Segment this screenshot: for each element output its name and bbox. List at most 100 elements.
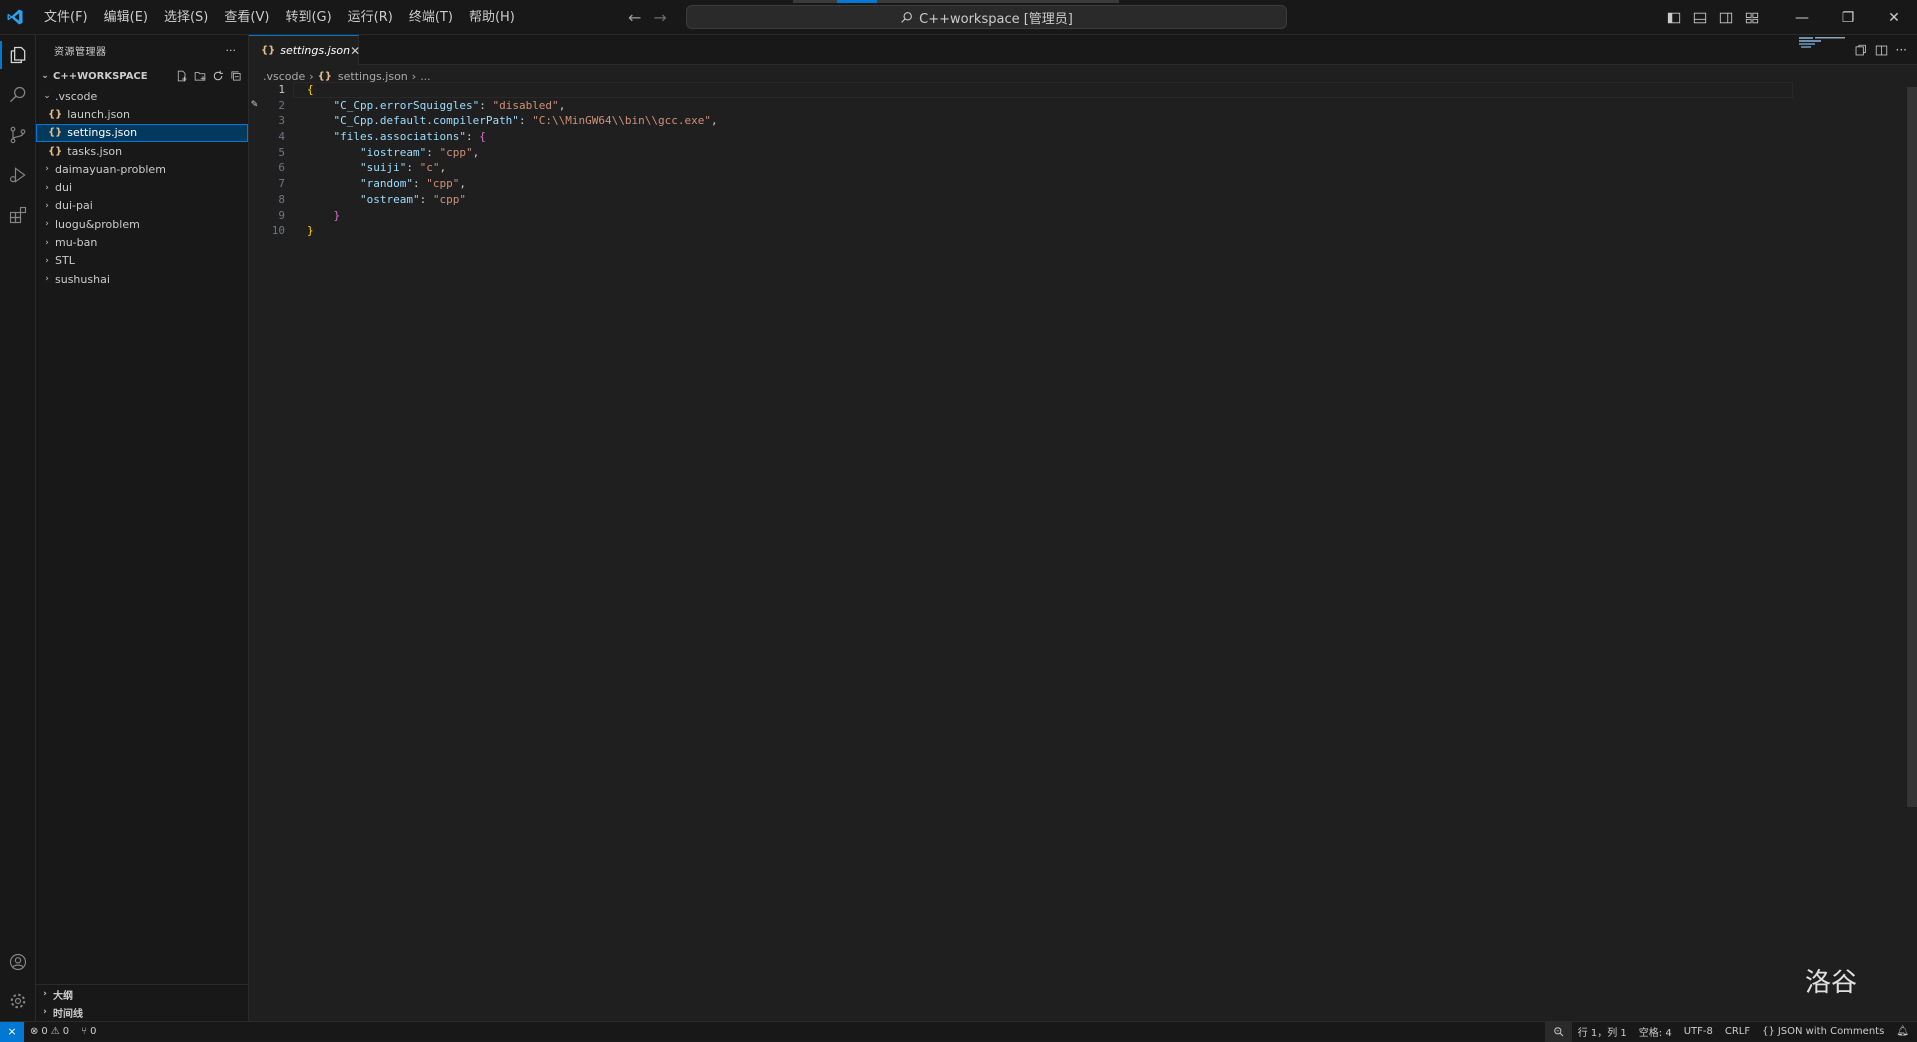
warning-icon: ⚠ — [50, 1026, 60, 1037]
forward-arrow-icon[interactable]: → — [653, 8, 666, 27]
restore-icon[interactable]: ❐ — [1825, 0, 1871, 35]
folder-label: daimayuan-problem — [55, 162, 166, 176]
code-lines: 1{2 "C_Cpp.errorSquiggles": "disabled", 3… — [249, 82, 1789, 239]
menu-go[interactable]: 转到(G) — [277, 0, 339, 35]
accounts-icon[interactable] — [0, 942, 36, 982]
customize-layout-icon[interactable] — [1739, 0, 1765, 35]
indentation[interactable]: 空格: 4 — [1633, 1024, 1678, 1039]
menu-file[interactable]: 文件(F) — [36, 0, 96, 35]
close-tab-icon[interactable]: ✕ — [350, 44, 360, 58]
language-label: JSON with Comments — [1777, 1026, 1885, 1037]
back-arrow-icon[interactable]: ← — [628, 8, 641, 27]
toggle-primary-sidebar-icon[interactable] — [1661, 0, 1687, 35]
breadcrumb-symbol[interactable]: ... — [420, 70, 431, 83]
folder-dui[interactable]: › dui — [36, 178, 248, 196]
end-of-line[interactable]: CRLF — [1719, 1026, 1756, 1037]
cursor-position[interactable]: 行 1，列 1 — [1572, 1024, 1633, 1039]
menu-help[interactable]: 帮助(H) — [461, 0, 523, 35]
folder-label: mu-ban — [55, 236, 98, 250]
zoom-icon[interactable] — [1544, 1021, 1572, 1042]
breadcrumb-folder[interactable]: .vscode — [263, 70, 305, 83]
line-text: { — [307, 82, 314, 98]
code-editor[interactable]: ✎ 1{2 "C_Cpp.errorSquiggles": "disabled"… — [249, 82, 1793, 239]
remote-indicator-icon[interactable]: ⨯ — [0, 1021, 24, 1042]
line-number: 3 — [278, 114, 285, 128]
code-line[interactable]: 2 "C_Cpp.errorSquiggles": "disabled", — [249, 98, 1789, 114]
breadcrumb-file[interactable]: settings.json — [338, 70, 408, 83]
close-window-icon[interactable]: ✕ — [1871, 0, 1917, 35]
file-label: settings.json — [67, 126, 138, 140]
search-activity-icon[interactable] — [0, 75, 36, 115]
menu-run[interactable]: 运行(R) — [340, 0, 401, 35]
tab-settings-json[interactable]: {} settings.json ✕ — [249, 35, 360, 65]
ports-status[interactable]: ⑂ 0 — [75, 1026, 102, 1037]
line-number: 6 — [278, 161, 285, 175]
ports-count: 0 — [90, 1026, 97, 1037]
extensions-icon[interactable] — [0, 195, 36, 235]
line-number: 9 — [278, 208, 285, 222]
folder-luogu-problem[interactable]: › luogu&problem — [36, 215, 248, 233]
menu-terminal[interactable]: 终端(T) — [401, 0, 461, 35]
more-actions-icon[interactable]: ··· — [226, 44, 237, 57]
folder-mu-ban[interactable]: › mu-ban — [36, 233, 248, 251]
folder-daimayuan-problem[interactable]: › daimayuan-problem — [36, 160, 248, 178]
more-actions-icon[interactable]: ··· — [1896, 43, 1907, 57]
line-text: "files.associations": { — [307, 129, 486, 145]
vertical-scrollbar[interactable] — [1907, 87, 1917, 807]
source-control-icon[interactable] — [0, 115, 36, 155]
language-mode[interactable]: {} JSON with Comments — [1756, 1026, 1890, 1037]
code-line[interactable]: 10} — [249, 223, 1789, 239]
folder-dui-pai[interactable]: › dui-pai — [36, 197, 248, 215]
code-line[interactable]: 9 } — [249, 208, 1789, 224]
new-folder-icon[interactable] — [194, 70, 206, 82]
file-settings-json[interactable]: {} settings.json — [36, 123, 248, 142]
run-debug-icon[interactable] — [0, 155, 36, 195]
file-label: launch.json — [67, 107, 130, 121]
refresh-icon[interactable] — [212, 70, 224, 82]
code-token: , — [558, 98, 566, 112]
menu-selection[interactable]: 选择(S) — [156, 0, 216, 35]
code-token: : — [419, 192, 433, 206]
workspace-header[interactable]: ⌄ C++WORKSPACE — [36, 65, 248, 87]
activity-bar — [0, 35, 36, 1021]
folder-stl[interactable]: › STL — [36, 252, 248, 270]
code-token: , — [711, 114, 718, 128]
outline-section[interactable]: › 大纲 — [36, 985, 249, 1003]
folder-vscode[interactable]: ⌄ .vscode — [36, 87, 248, 105]
toggle-secondary-sidebar-icon[interactable] — [1713, 0, 1739, 35]
chevron-right-icon: › — [43, 1007, 47, 1017]
code-line[interactable]: 5 "iostream": "cpp", — [249, 145, 1789, 161]
code-line[interactable]: 8 "ostream": "cpp" — [249, 192, 1789, 208]
chevron-down-icon: ⌄ — [41, 71, 49, 81]
file-launch-json[interactable]: {} launch.json — [36, 105, 248, 123]
explorer-sidebar: 资源管理器 ··· ⌄ C++WORKSPACE ⌄ .vscode {} la… — [36, 35, 249, 1021]
code-line[interactable]: 1{ — [249, 82, 1789, 98]
menu-edit[interactable]: 编辑(E) — [96, 0, 156, 35]
code-line[interactable]: 6 "suiji": "c", — [249, 160, 1789, 176]
file-tasks-json[interactable]: {} tasks.json — [36, 142, 248, 160]
minimize-icon[interactable]: — — [1779, 0, 1825, 35]
collapse-all-icon[interactable] — [230, 70, 242, 82]
folder-label: .vscode — [55, 89, 98, 103]
folder-label: luogu&problem — [55, 217, 140, 231]
explorer-icon[interactable] — [0, 35, 36, 75]
status-right: 行 1，列 1 空格: 4 UTF-8 CRLF {} JSON with Co… — [1544, 1021, 1917, 1042]
manage-gear-icon[interactable] — [0, 981, 36, 1021]
timeline-section[interactable]: › 时间线 — [36, 1003, 249, 1021]
toggle-panel-icon[interactable] — [1687, 0, 1713, 35]
code-line[interactable]: 4 "files.associations": { — [249, 129, 1789, 145]
code-line[interactable]: 3 "C_Cpp.default.compilerPath": "C:\\Min… — [249, 113, 1789, 129]
menu-view[interactable]: 查看(V) — [216, 0, 277, 35]
title-bar: 文件(F) 编辑(E) 选择(S) 查看(V) 转到(G) 运行(R) 终端(T… — [0, 0, 1917, 35]
command-center-search[interactable]: C++workspace [管理员] — [686, 5, 1287, 29]
encoding[interactable]: UTF-8 — [1678, 1026, 1719, 1037]
split-editor-icon[interactable] — [1875, 44, 1888, 57]
search-icon — [901, 11, 913, 23]
problems-status[interactable]: ⊗ 0 ⚠ 0 — [24, 1026, 75, 1037]
folder-sushushai[interactable]: › sushushai — [36, 270, 248, 288]
new-file-icon[interactable] — [176, 70, 188, 82]
notifications-bell-icon[interactable]: 🔔︎ — [1890, 1026, 1917, 1037]
minimap[interactable] — [1797, 35, 1857, 65]
code-line[interactable]: 7 "random": "cpp", — [249, 176, 1789, 192]
